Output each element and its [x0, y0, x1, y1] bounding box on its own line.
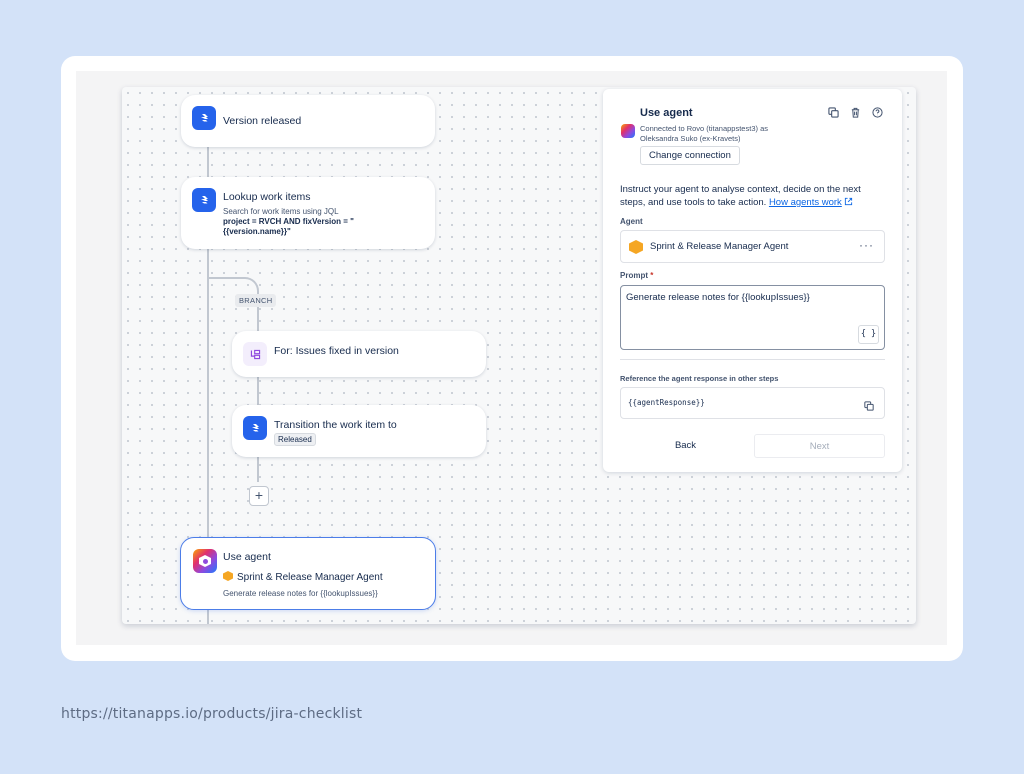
- branch-label: BRANCH: [235, 294, 277, 307]
- node-title: Version released: [223, 115, 302, 127]
- panel-actions: [827, 106, 884, 119]
- use-agent-node[interactable]: Use agent Sprint & Release Manager Agent…: [180, 537, 436, 610]
- back-button[interactable]: Back: [620, 434, 751, 458]
- reference-value: {{agentResponse}}: [628, 398, 705, 407]
- reference-label: Reference the agent response in other st…: [620, 374, 779, 383]
- change-connection-button[interactable]: Change connection: [640, 146, 740, 165]
- connection-info: Connected to Rovo (titanappstest3) as Ol…: [640, 124, 768, 143]
- jira-icon: [192, 106, 216, 130]
- lookup-work-items-node[interactable]: Lookup work items Search for work items …: [181, 177, 435, 249]
- jira-icon: [243, 416, 267, 440]
- next-button[interactable]: Next: [754, 434, 885, 458]
- divider: [620, 359, 885, 360]
- agent-name: Sprint & Release Manager Agent: [223, 571, 383, 583]
- trigger-node-version-released[interactable]: Version released: [181, 95, 435, 147]
- for-each-node[interactable]: For: Issues fixed in version: [232, 331, 486, 377]
- node-title: For: Issues fixed in version: [274, 345, 399, 357]
- agent-prompt-preview: Generate release notes for {{lookupIssue…: [223, 589, 378, 598]
- how-agents-work-link[interactable]: How agents work: [769, 197, 842, 208]
- copy-icon[interactable]: [864, 398, 874, 416]
- rovo-agent-icon: [193, 549, 217, 573]
- agent-icon: [629, 240, 643, 254]
- external-link-icon: [845, 197, 853, 206]
- jira-icon: [192, 188, 216, 212]
- footer-url[interactable]: https://titanapps.io/products/jira-check…: [61, 706, 362, 722]
- help-icon[interactable]: [871, 106, 884, 119]
- agent-label: Agent: [620, 217, 643, 226]
- transition-node[interactable]: Transition the work item to Released: [232, 405, 486, 457]
- loop-icon: [243, 342, 267, 366]
- instructions-text: Instruct your agent to analyse context, …: [620, 184, 861, 208]
- more-options-icon[interactable]: ···: [859, 238, 874, 252]
- insert-variable-button[interactable]: { }: [858, 325, 879, 344]
- node-title: Transition the work item to: [274, 419, 397, 431]
- prompt-textarea[interactable]: Generate release notes for {{lookupIssue…: [620, 285, 885, 350]
- agent-response-reference-field[interactable]: {{agentResponse}}: [620, 387, 885, 419]
- copy-icon[interactable]: [827, 106, 840, 119]
- add-step-button[interactable]: +: [249, 486, 269, 506]
- automation-canvas[interactable]: Version released Lookup work items Searc…: [122, 87, 916, 624]
- node-title: Lookup work items: [223, 191, 311, 203]
- use-agent-config-panel: Use agent Connected to Rovo (titanappste…: [603, 89, 902, 472]
- node-title: Use agent: [223, 551, 271, 563]
- agent-select-value: Sprint & Release Manager Agent: [650, 241, 789, 252]
- status-chip: Released: [274, 433, 316, 446]
- panel-title: Use agent: [640, 107, 693, 119]
- prompt-value: Generate release notes for {{lookupIssue…: [626, 292, 810, 303]
- trash-icon[interactable]: [849, 106, 862, 119]
- agent-select[interactable]: Sprint & Release Manager Agent ···: [620, 230, 885, 263]
- node-subtitle: Search for work items using JQL project …: [223, 207, 354, 236]
- prompt-label: Prompt *: [620, 271, 654, 280]
- rovo-icon: [621, 124, 635, 138]
- agent-icon: [223, 571, 233, 581]
